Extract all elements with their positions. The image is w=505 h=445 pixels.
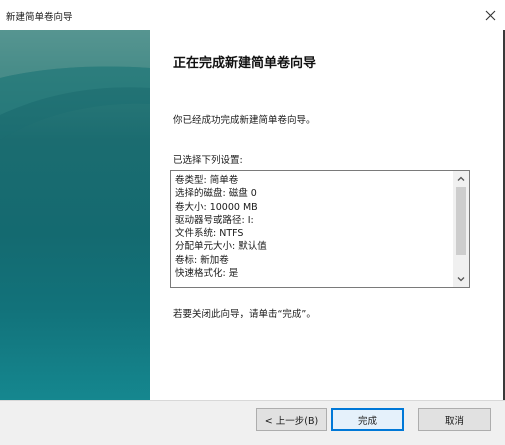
success-message: 你已经成功完成新建简单卷向导。 — [173, 115, 316, 126]
scroll-thumb[interactable] — [456, 187, 466, 255]
back-button[interactable]: < 上一步(B) — [256, 408, 327, 431]
settings-item: 快速格式化: 是 — [175, 268, 239, 280]
settings-item: 文件系统: NTFS — [175, 228, 244, 240]
finish-instructions: 若要关闭此向导，请单击“完成”。 — [173, 309, 316, 320]
button-bar: < 上一步(B) 完成 取消 — [0, 400, 505, 445]
settings-item: 卷大小: 10000 MB — [175, 201, 258, 213]
settings-label: 已选择下列设置: — [173, 155, 243, 166]
banner-curve-graphic — [0, 30, 150, 140]
window-title: 新建简单卷向导 — [6, 12, 73, 23]
settings-item: 分配单元大小: 默认值 — [175, 241, 267, 253]
chevron-down-icon — [457, 277, 465, 282]
settings-item: 卷标: 新加卷 — [175, 254, 229, 266]
settings-item: 选择的磁盘: 磁盘 0 — [175, 188, 257, 200]
close-button[interactable] — [475, 0, 505, 30]
scroll-down-button[interactable] — [453, 272, 469, 287]
title-bar: 新建简单卷向导 — [0, 0, 505, 30]
settings-summary-box[interactable]: 卷类型: 简单卷 选择的磁盘: 磁盘 0 卷大小: 10000 MB 驱动器号或… — [170, 170, 470, 288]
wizard-content: 正在完成新建简单卷向导 你已经成功完成新建简单卷向导。 已选择下列设置: 卷类型… — [150, 30, 503, 400]
chevron-up-icon — [457, 176, 465, 181]
settings-item: 卷类型: 简单卷 — [175, 175, 239, 186]
vertical-scrollbar[interactable] — [453, 171, 469, 287]
page-title: 正在完成新建简单卷向导 — [173, 56, 317, 71]
cancel-button[interactable]: 取消 — [418, 408, 491, 431]
scroll-up-button[interactable] — [453, 171, 469, 186]
close-icon — [485, 10, 495, 20]
wizard-side-banner — [0, 30, 150, 400]
finish-button[interactable]: 完成 — [331, 408, 404, 431]
settings-list: 卷类型: 简单卷 选择的磁盘: 磁盘 0 卷大小: 10000 MB 驱动器号或… — [175, 174, 267, 280]
settings-item: 驱动器号或路径: I: — [175, 214, 254, 226]
